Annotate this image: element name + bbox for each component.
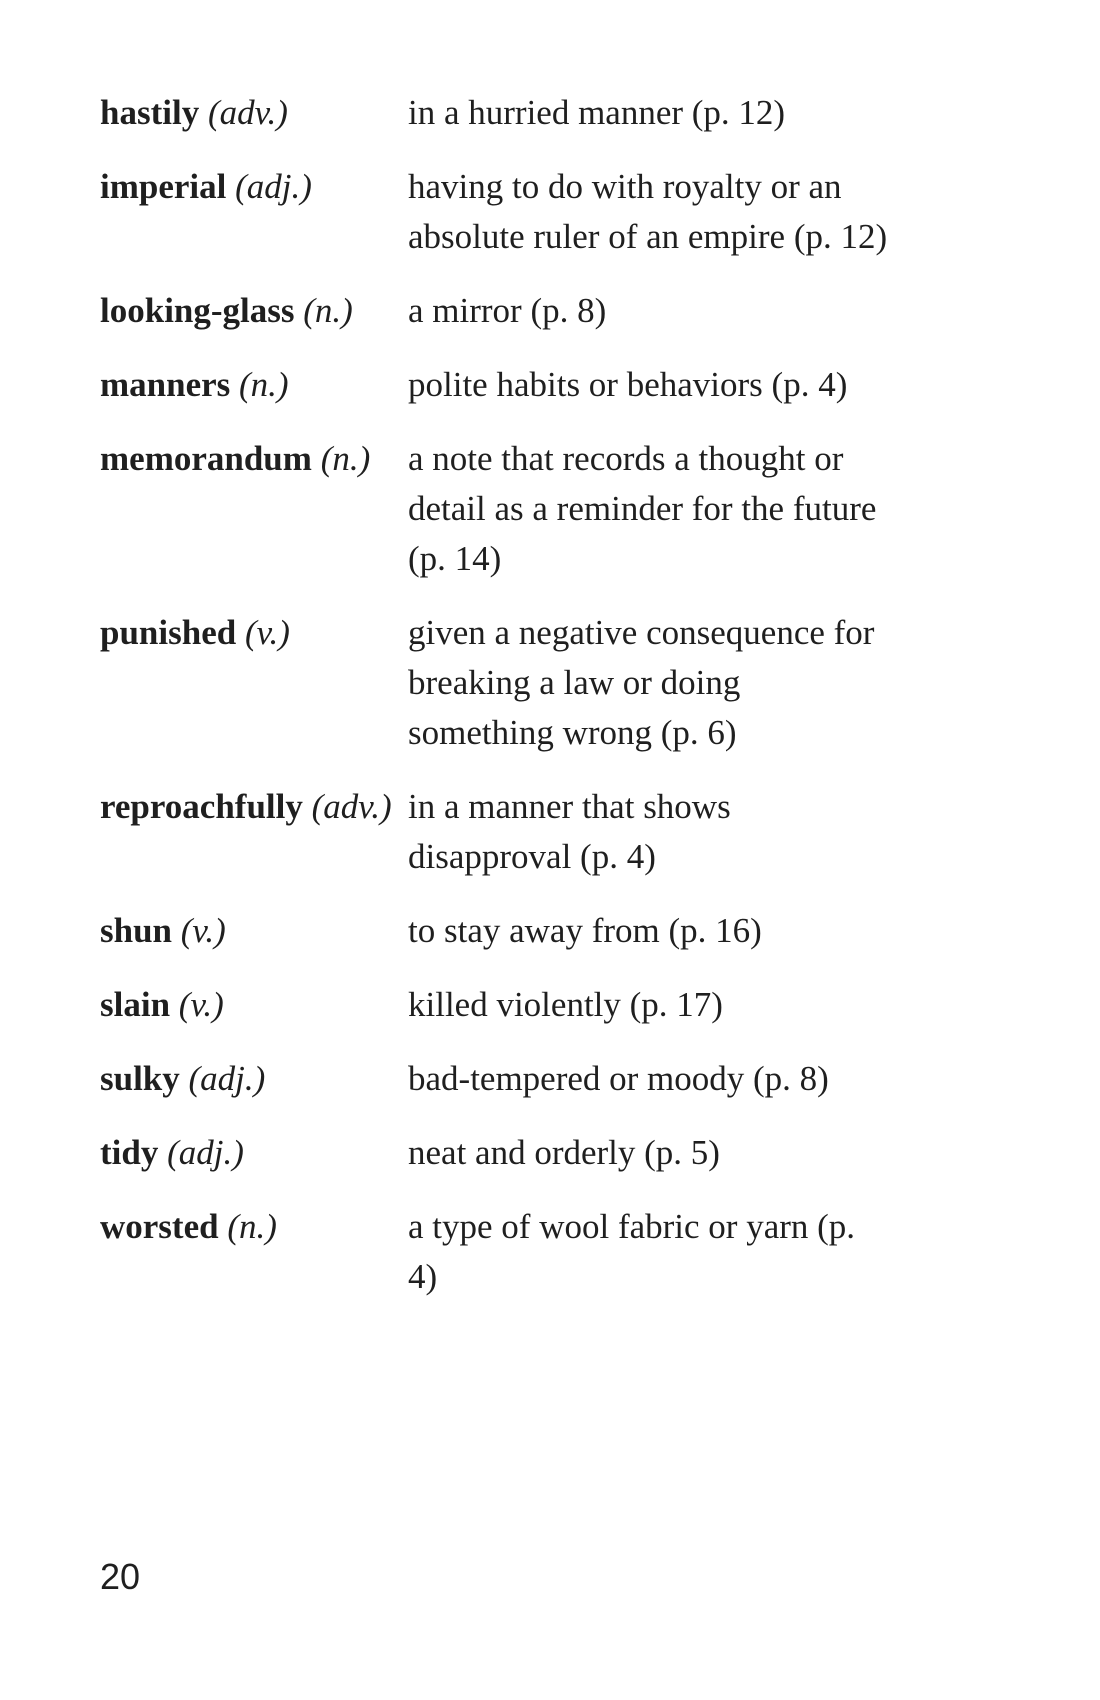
glossary-definition: polite habits or behaviors (p. 4)	[408, 365, 848, 404]
glossary-entry-memorandum: memorandum (n.) a note that records a th…	[100, 434, 1000, 584]
part-of-speech: (v.)	[178, 985, 224, 1024]
glossary-definition: having to do with royalty or an absolute…	[408, 167, 888, 256]
glossary-entry-imperial: imperial (adj.) having to do with royalt…	[100, 162, 1000, 262]
part-of-speech: (adv.)	[207, 93, 288, 132]
part-of-speech: (adj.)	[188, 1059, 266, 1098]
term-word: memorandum	[100, 439, 312, 478]
glossary-entry-punished: punished (v.) given a negative consequen…	[100, 608, 1000, 758]
glossary-entry-reproachfully: reproachfully (adv.) in a manner that sh…	[100, 782, 1000, 882]
glossary-entry-slain: slain (v.) killed violently (p. 17)	[100, 980, 1000, 1030]
term-word: shun	[100, 911, 173, 950]
glossary-term: slain (v.)	[100, 980, 408, 1030]
glossary-term: punished (v.)	[100, 608, 408, 658]
part-of-speech: (v.)	[244, 613, 290, 652]
glossary-term: looking-glass (n.)	[100, 286, 408, 336]
glossary-definition: a mirror (p. 8)	[408, 291, 607, 330]
glossary-definition: given a negative consequence for breakin…	[408, 613, 875, 752]
glossary-definition: killed violently (p. 17)	[408, 985, 723, 1024]
glossary-definition: in a manner that shows disapproval (p. 4…	[408, 787, 731, 876]
term-word: hastily	[100, 93, 200, 132]
glossary-term: manners (n.)	[100, 360, 408, 410]
glossary-definition: bad-tempered or moody (p. 8)	[408, 1059, 829, 1098]
glossary-definition: in a hurried manner (p. 12)	[408, 93, 786, 132]
glossary-term: reproachfully (adv.)	[100, 782, 408, 832]
glossary-definition: to stay away from (p. 16)	[408, 911, 762, 950]
glossary-entry-tidy: tidy (adj.) neat and orderly (p. 5)	[100, 1128, 1000, 1178]
glossary-definition: a note that records a thought or detail …	[408, 439, 877, 578]
term-word: slain	[100, 985, 171, 1024]
term-word: worsted	[100, 1207, 219, 1246]
glossary-term: tidy (adj.)	[100, 1128, 408, 1178]
term-word: sulky	[100, 1059, 180, 1098]
part-of-speech: (adj.)	[235, 167, 312, 206]
glossary-entry-looking-glass: looking-glass (n.) a mirror (p. 8)	[100, 286, 1000, 336]
glossary-page: hastily (adv.) in a hurried manner (p. 1…	[100, 88, 1000, 1326]
term-word: imperial	[100, 167, 227, 206]
glossary-entry-manners: manners (n.) polite habits or behaviors …	[100, 360, 1000, 410]
part-of-speech: (adv.)	[311, 787, 392, 826]
glossary-term: shun (v.)	[100, 906, 408, 956]
part-of-speech: (adj.)	[167, 1133, 244, 1172]
term-word: punished	[100, 613, 237, 652]
glossary-term: memorandum (n.)	[100, 434, 408, 484]
term-word: tidy	[100, 1133, 159, 1172]
part-of-speech: (n.)	[320, 439, 371, 478]
glossary-term: sulky (adj.)	[100, 1054, 408, 1104]
part-of-speech: (n.)	[303, 291, 353, 330]
glossary-term: worsted (n.)	[100, 1202, 408, 1252]
part-of-speech: (v.)	[180, 911, 226, 950]
term-word: looking-glass	[100, 291, 295, 330]
glossary-term: hastily (adv.)	[100, 88, 408, 138]
part-of-speech: (n.)	[239, 365, 289, 404]
glossary-entry-hastily: hastily (adv.) in a hurried manner (p. 1…	[100, 88, 1000, 138]
term-word: reproachfully	[100, 787, 303, 826]
glossary-term: imperial (adj.)	[100, 162, 408, 212]
glossary-entry-worsted: worsted (n.) a type of wool fabric or ya…	[100, 1202, 1000, 1302]
page-number: 20	[100, 1556, 141, 1597]
term-word: manners	[100, 365, 231, 404]
part-of-speech: (n.)	[227, 1207, 277, 1246]
glossary-list: hastily (adv.) in a hurried manner (p. 1…	[100, 88, 1000, 1326]
glossary-definition: neat and orderly (p. 5)	[408, 1133, 720, 1172]
glossary-entry-shun: shun (v.) to stay away from (p. 16)	[100, 906, 1000, 956]
glossary-entry-sulky: sulky (adj.) bad-tempered or moody (p. 8…	[100, 1054, 1000, 1104]
glossary-definition: a type of wool fabric or yarn (p. 4)	[408, 1207, 856, 1296]
